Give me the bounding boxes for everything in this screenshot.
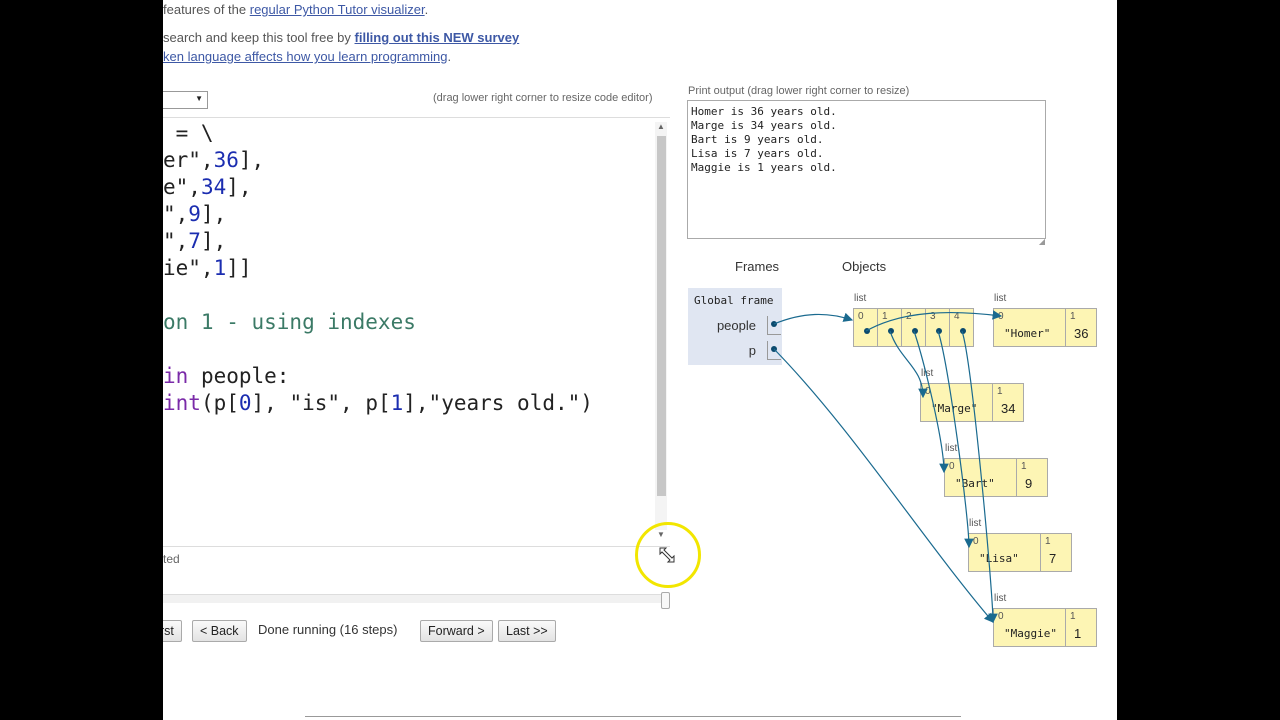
arrow-list-element-4 — [961, 330, 998, 624]
arrow-list-element-0 — [865, 310, 1003, 332]
arrow-list-element-2 — [913, 330, 949, 474]
arrow-p-to-maggie — [773, 348, 994, 623]
pointer-arrows — [771, 310, 1003, 624]
arrow-list-element-3 — [937, 330, 974, 549]
arrow-list-element-1 — [889, 330, 928, 399]
arrow-people-to-list — [773, 312, 854, 325]
python-tutor-page: features of the regular Python Tutor vis… — [163, 0, 1117, 720]
divider — [305, 716, 961, 717]
